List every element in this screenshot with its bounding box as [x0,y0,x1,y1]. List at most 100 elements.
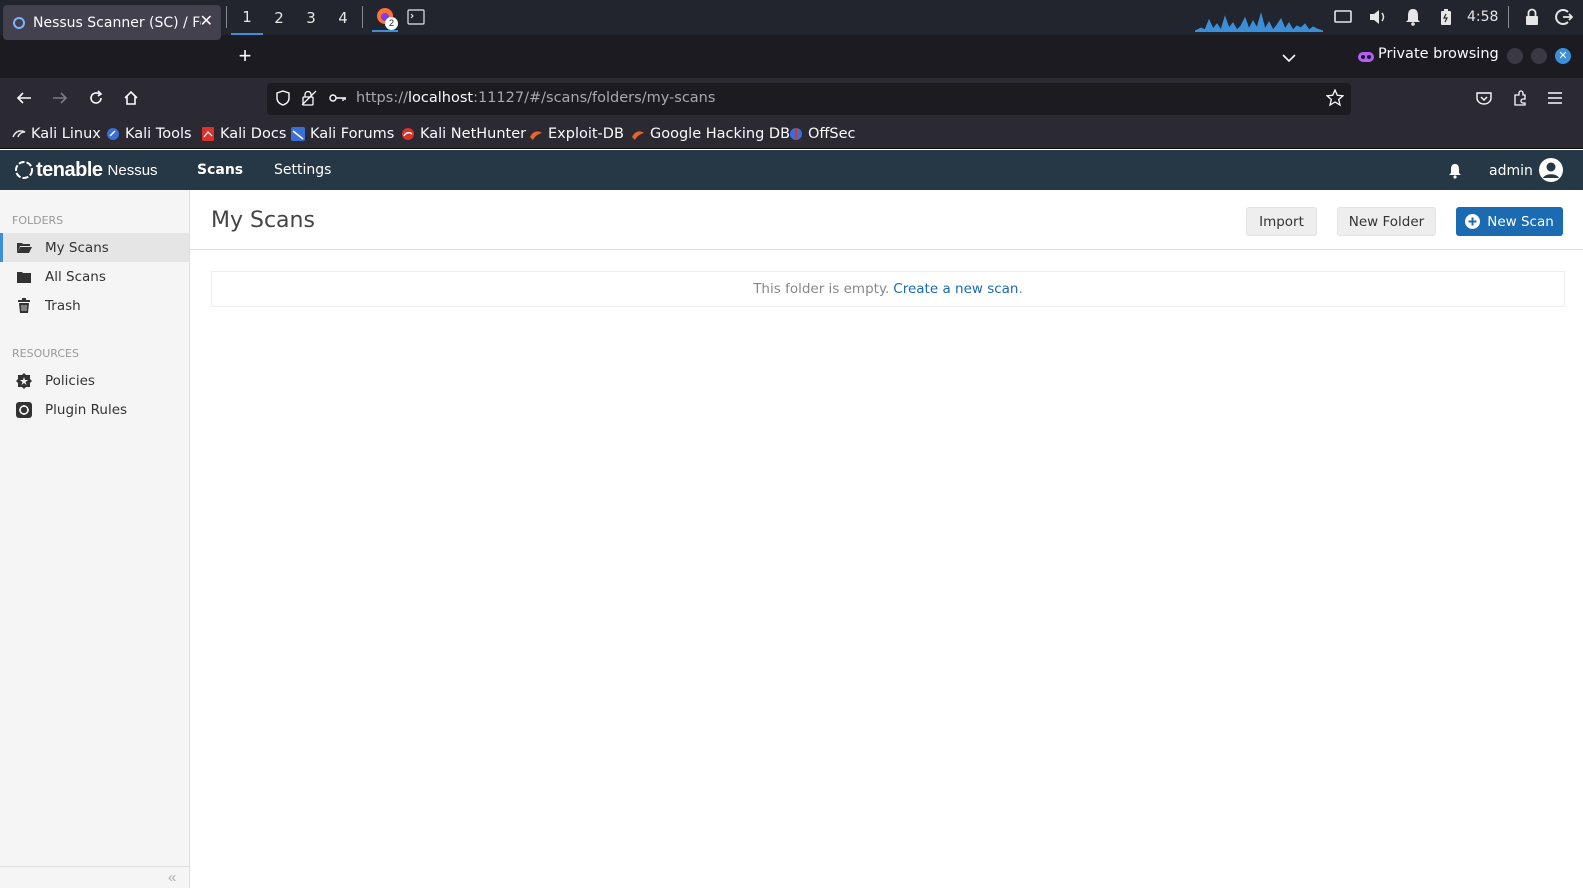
url-host: localhost [407,90,474,106]
new-folder-button[interactable]: New Folder [1337,207,1436,236]
user-menu-label[interactable]: admin [1489,163,1533,179]
reload-icon[interactable] [86,88,106,108]
user-avatar-icon[interactable] [1538,157,1564,188]
maximize-window-button[interactable] [1531,48,1547,64]
tenable-nessus-logo[interactable]: tenable Nessus [14,158,158,182]
bookmark-label: Google Hacking DB [650,126,791,142]
url-path: :11127/#/scans/folders/my-scans [473,90,716,106]
kali-dragon-icon [12,127,26,141]
ghdb-icon [631,127,645,141]
sidebar-item-my-scans[interactable]: My Scans [0,233,189,262]
hamburger-menu-icon[interactable] [1545,88,1565,108]
bookmark-label: Kali Forums [310,126,395,142]
sidebar-heading-resources: RESOURCES [12,347,79,360]
key-icon[interactable] [328,88,348,108]
sidebar-heading-folders: FOLDERS [12,214,64,227]
sidebar-item-label: Plugin Rules [45,401,128,418]
forward-icon[interactable] [50,88,70,108]
firefox-window-button[interactable]: 2 [372,3,398,32]
extensions-icon[interactable] [1510,88,1530,108]
close-window-button[interactable]: ✕ [1555,48,1571,64]
offsec-icon [789,127,803,141]
bookmark-exploit-db[interactable]: Exploit-DB [529,124,624,144]
bookmark-label: Kali NetHunter [420,126,527,142]
workspace-2[interactable]: 2 [263,0,295,35]
browser-tab-active[interactable]: Nessus Scanner (SC) / Fol ✕ [3,5,221,40]
folder-open-icon [16,240,32,256]
network-graph-icon [1194,8,1324,33]
new-scan-label: New Scan [1487,213,1554,230]
sidebar-footer [0,866,189,888]
logout-icon[interactable] [1553,6,1575,28]
tab-favicon-icon [13,16,25,29]
private-mask-icon [1358,50,1374,68]
taskbar-separator [362,6,363,28]
page-title: My Scans [211,208,315,233]
notifications-icon[interactable] [1402,6,1424,28]
lock-icon[interactable] [1521,6,1543,28]
bookmark-kali-nethunter[interactable]: Kali NetHunter [401,124,526,144]
os-taskbar: $ 1 2 3 4 2 4:58 [0,0,1583,35]
sidebar-item-trash[interactable]: Trash [0,291,189,320]
taskbar-separator [1508,6,1509,28]
sidebar-item-plugin-rules[interactable]: Plugin Rules [0,395,189,424]
kali-forums-icon [291,127,305,141]
sidebar-item-label: Trash [45,297,81,314]
workspace-3[interactable]: 3 [295,0,327,35]
bookmark-label: Exploit-DB [548,126,624,142]
display-icon[interactable] [1332,6,1354,28]
bookmark-kali-linux[interactable]: Kali Linux [12,124,101,144]
plugin-rules-icon [16,401,32,418]
list-all-tabs-icon[interactable] [1282,50,1296,68]
window-count-badge: 2 [385,17,398,30]
pocket-icon[interactable] [1474,88,1494,108]
bell-icon[interactable] [1448,163,1462,184]
back-icon[interactable] [14,88,34,108]
new-tab-button[interactable]: + [233,44,257,68]
battery-icon[interactable] [1435,6,1457,28]
sidebar-item-policies[interactable]: Policies [0,366,189,395]
insecure-lock-icon[interactable] [299,88,319,108]
url-text[interactable]: https://localhost:11127/#/scans/folders/… [356,90,715,106]
bookmark-google-hacking-db[interactable]: Google Hacking DB [631,124,790,144]
bookmark-kali-forums[interactable]: Kali Forums [291,124,394,144]
url-scheme: https:// [356,90,408,106]
collapse-sidebar-icon[interactable]: « [168,869,176,886]
sidebar-item-all-scans[interactable]: All Scans [0,262,189,291]
sidebar-item-label: Policies [45,372,95,389]
nethunter-icon [401,127,415,141]
nav-scans[interactable]: Scans [197,162,243,178]
workspace-1[interactable]: 1 [231,0,263,35]
import-button[interactable]: Import [1246,207,1317,236]
workspace-4[interactable]: 4 [327,0,359,35]
kali-docs-icon [201,127,215,141]
bookmark-label: Kali Tools [125,126,192,142]
private-browsing-label: Private browsing [1378,46,1499,62]
folder-icon [16,269,32,285]
home-icon[interactable] [121,88,141,108]
plus-circle-icon [1465,214,1481,229]
sidebar-item-label: My Scans [45,239,109,256]
volume-icon[interactable] [1367,6,1389,28]
new-scan-button[interactable]: New Scan [1456,207,1563,236]
kali-tools-icon [106,127,120,141]
title-divider [190,249,1583,250]
tab-title: Nessus Scanner (SC) / Fol [33,14,201,31]
tab-close-icon[interactable]: ✕ [200,14,213,30]
bookmark-label: Kali Linux [31,126,101,142]
minimize-window-button[interactable] [1507,48,1523,64]
empty-folder-text: This folder is empty. [753,281,890,297]
bookmark-offsec[interactable]: OffSec [789,124,856,144]
tracking-protection-shield-icon[interactable] [273,88,293,108]
logo-brand: tenable [36,158,103,181]
bookmark-star-icon[interactable] [1325,88,1345,108]
bookmark-kali-tools[interactable]: Kali Tools [106,124,192,144]
empty-folder-message: This folder is empty. Create a new scan. [211,271,1565,307]
terminal-window-icon[interactable] [405,6,427,28]
clock[interactable]: 4:58 [1467,0,1498,35]
nav-settings[interactable]: Settings [274,162,331,178]
logo-product: Nessus [107,161,158,179]
bookmark-kali-docs[interactable]: Kali Docs [201,124,286,144]
create-new-scan-link[interactable]: Create a new scan [893,281,1018,297]
exploit-db-icon [529,127,543,141]
